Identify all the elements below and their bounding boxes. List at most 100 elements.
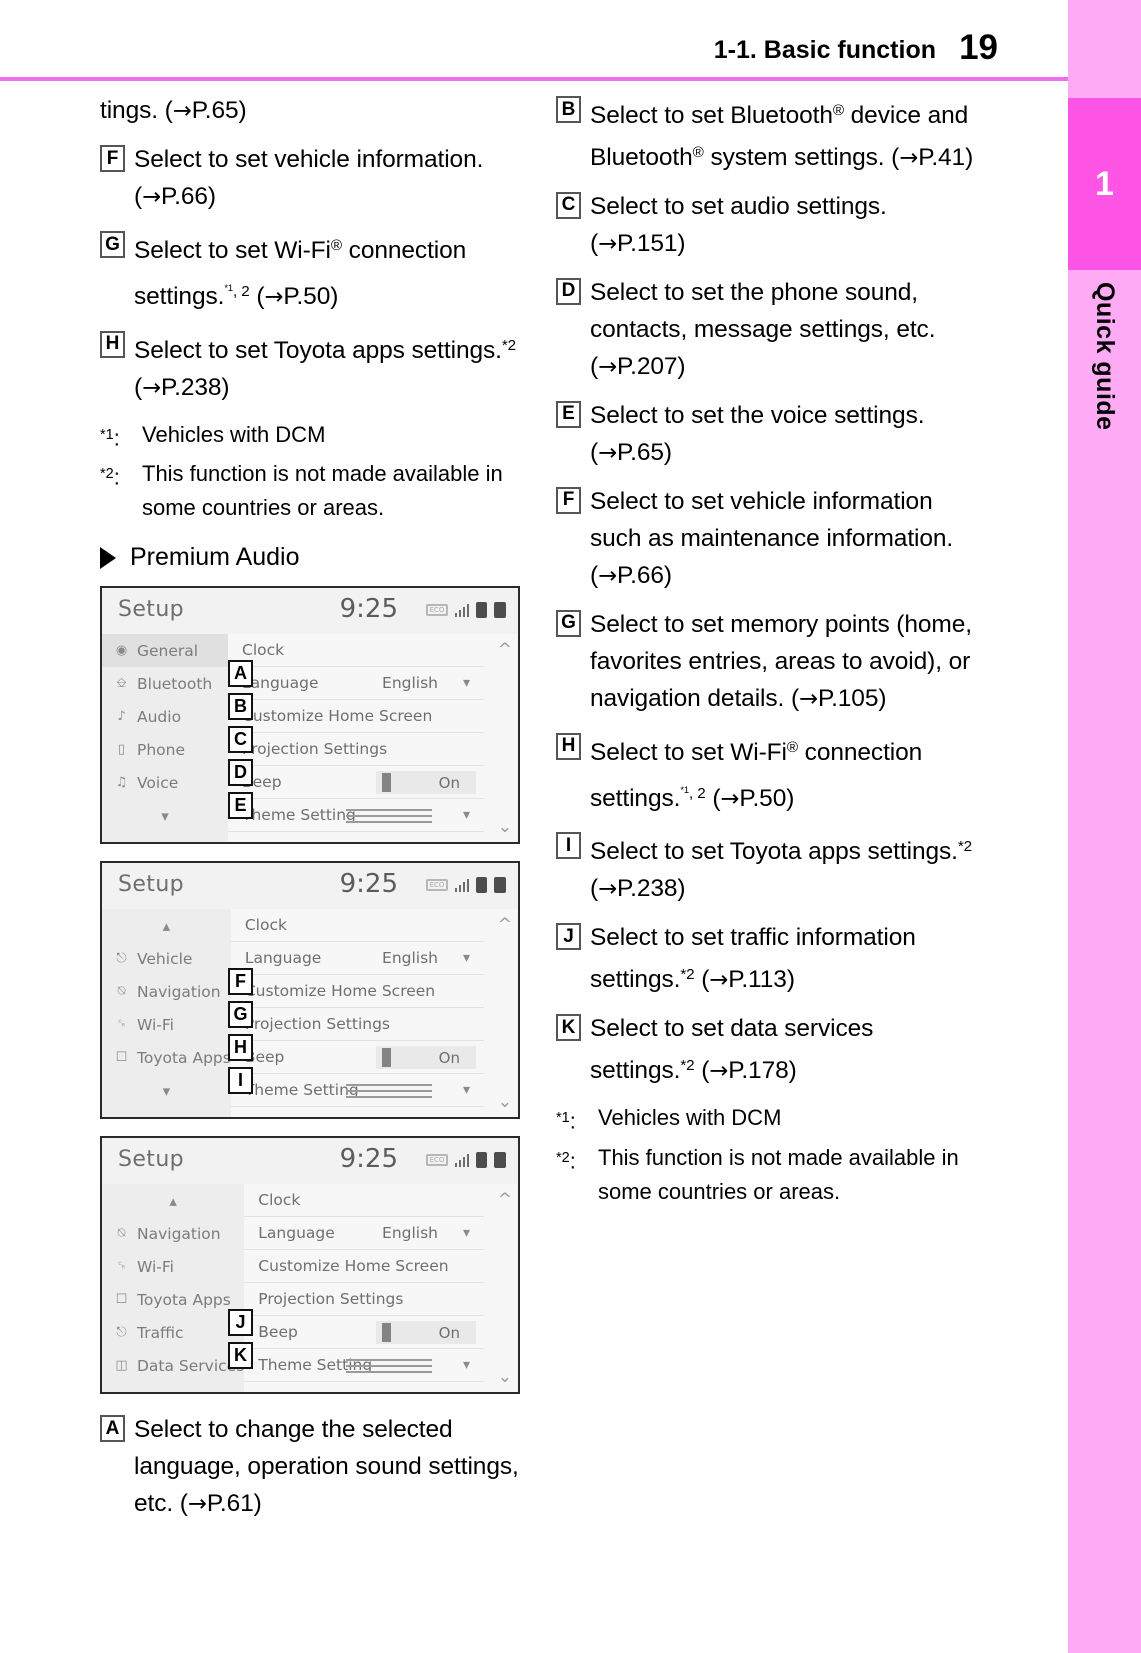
- row-value: English: [382, 674, 438, 693]
- chevron-down-icon[interactable]: ▾: [463, 1082, 470, 1098]
- footnote-1-left: *1: Vehicles with DCM: [100, 418, 520, 456]
- sidebar-item-toyota-apps[interactable]: ☐ Toyota Apps: [102, 1283, 244, 1316]
- sidebar-item-bluetooth[interactable]: ⎒ Bluetooth: [102, 667, 228, 700]
- overlay-badge-A: A: [228, 660, 253, 688]
- settings-list: ^ Clock Language English ▾ Customize Hom…: [228, 634, 518, 843]
- row-clock[interactable]: Clock: [228, 634, 484, 668]
- theme-slider-icon: [346, 1084, 432, 1102]
- sidebar-item-label: Bluetooth: [137, 674, 213, 693]
- sidebar-item-wifi[interactable]: ␍ Wi-Fi: [102, 1250, 244, 1283]
- traffic-icon: ⎋: [116, 1325, 127, 1341]
- callout-F: F Select to set vehicle information. (→P…: [100, 141, 520, 216]
- row-language[interactable]: Language English ▾: [228, 667, 484, 701]
- callout-G: G Select to set Wi-Fi® connection settin…: [100, 227, 520, 316]
- sidebar-item-navigation[interactable]: ⍉ Navigation: [102, 1217, 244, 1250]
- row-projection-settings[interactable]: Projection Settings: [228, 733, 484, 767]
- callout-text-I: Select to set Toyota apps settings.*2 (→…: [590, 838, 973, 903]
- sidebar-item-label: Wi-Fi: [137, 1015, 174, 1034]
- callout-K: K Select to set data services settings.*…: [556, 1010, 976, 1090]
- phone-icon: ▯: [117, 742, 126, 758]
- callout-text-F: Select to set vehicle information. (→P.6…: [134, 146, 484, 210]
- callout-badge-H: H: [556, 732, 581, 760]
- toyota-apps-icon: ☐: [115, 1292, 128, 1308]
- row-theme-setting[interactable]: Theme Setting ▾: [230, 1074, 484, 1108]
- overlay-badge-H: H: [228, 1034, 253, 1062]
- status-icons: ECO: [426, 877, 506, 894]
- sidebar-item-vehicle[interactable]: ⎋ Vehicle: [102, 942, 231, 975]
- row-projection-settings[interactable]: Projection Settings: [244, 1283, 484, 1317]
- sidebar-scroll-up-icon[interactable]: ▴: [102, 909, 231, 942]
- sidebar-item-traffic[interactable]: ⎋ Traffic: [102, 1316, 244, 1349]
- chevron-down-icon[interactable]: ▾: [463, 675, 470, 691]
- continuation-paragraph: tings. (→P.65): [100, 92, 520, 130]
- row-customize-home-screen[interactable]: Customize Home Screen: [230, 975, 484, 1009]
- right-column: B Select to set Bluetooth® device and Bl…: [556, 92, 976, 1211]
- row-beep[interactable]: Beep On: [230, 1041, 484, 1075]
- scroll-down-icon[interactable]: ⌄: [498, 1092, 512, 1112]
- overlay-badge-J: J: [228, 1309, 253, 1337]
- clock: 9:25: [339, 869, 398, 900]
- footnote-2-left: *2: This function is not made available …: [100, 457, 520, 525]
- callout-B: B Select to set Bluetooth® device and Bl…: [556, 92, 976, 177]
- status-bar: Setup 9:25 ECO: [102, 1138, 518, 1185]
- row-theme-setting[interactable]: Theme Setting ▾: [244, 1349, 484, 1383]
- row-clock[interactable]: Clock: [244, 1184, 484, 1218]
- footnote-mark: *1:: [556, 1108, 576, 1134]
- beep-toggle[interactable]: On: [376, 771, 476, 795]
- chevron-down-icon[interactable]: ▾: [463, 1357, 470, 1373]
- sidebar-scroll-down-icon[interactable]: ▾: [102, 1074, 231, 1107]
- chevron-down-icon[interactable]: ▾: [463, 950, 470, 966]
- scroll-up-icon[interactable]: ^: [498, 640, 512, 660]
- scroll-up-icon[interactable]: ^: [498, 915, 512, 935]
- beep-toggle[interactable]: On: [376, 1046, 476, 1070]
- callout-text-C: Select to set audio settings. (→P.151): [590, 192, 887, 257]
- sidebar-item-phone[interactable]: ▯ Phone: [102, 733, 228, 766]
- page-header: 1-1. Basic function 19: [0, 0, 1068, 81]
- row-beep[interactable]: Beep On: [244, 1316, 484, 1350]
- sidebar-item-label: Toyota Apps: [137, 1290, 231, 1309]
- scroll-down-icon[interactable]: ⌄: [498, 1367, 512, 1387]
- sidebar-item-toyota-apps[interactable]: ☐ Toyota Apps: [102, 1041, 231, 1074]
- row-label: Customize Home Screen: [242, 707, 433, 726]
- callout-badge-F: F: [556, 486, 581, 514]
- row-language[interactable]: Language English ▾: [230, 942, 484, 976]
- row-label: Language: [244, 949, 322, 968]
- sidebar-item-voice[interactable]: ♫ Voice: [102, 766, 228, 799]
- callout-badge-C: C: [556, 191, 581, 219]
- sidebar-scroll-up-icon[interactable]: ▴: [102, 1184, 244, 1217]
- sidebar-item-general[interactable]: ◉ General: [102, 634, 228, 668]
- row-label: Projection Settings: [258, 1290, 404, 1309]
- row-projection-settings[interactable]: Projection Settings: [230, 1008, 484, 1042]
- row-beep[interactable]: Beep On: [228, 766, 484, 800]
- wifi-icon: ␍: [116, 1259, 127, 1275]
- row-clock[interactable]: Clock: [230, 909, 484, 943]
- chapter-label: Quick guide: [1091, 282, 1119, 431]
- row-customize-home-screen[interactable]: Customize Home Screen: [228, 700, 484, 734]
- signal-bars-icon: [455, 1153, 469, 1167]
- sidebar-item-audio[interactable]: ♪ Audio: [102, 700, 228, 733]
- toggle-state: On: [438, 1323, 460, 1342]
- row-language[interactable]: Language English ▾: [244, 1217, 484, 1251]
- scroll-down-icon[interactable]: ⌄: [498, 817, 512, 837]
- callout-badge-G: G: [100, 231, 125, 258]
- sidebar-item-navigation[interactable]: ⍉ Navigation: [102, 975, 231, 1008]
- gear-icon: ◉: [115, 643, 128, 659]
- sidebar-scroll-down-icon[interactable]: ▾: [102, 799, 228, 832]
- sidebar-item-data-services[interactable]: ◫ Data Services: [102, 1349, 244, 1382]
- scroll-up-icon[interactable]: ^: [498, 1190, 512, 1210]
- callout-badge-K: K: [556, 1014, 581, 1042]
- sidebar: ◉ General ⎒ Bluetooth ♪ Audio ▯ Phone ♫: [102, 634, 228, 843]
- callout-badge-F: F: [100, 145, 125, 172]
- eco-icon: ECO: [426, 604, 448, 617]
- chapter-number: 1: [1095, 165, 1114, 203]
- callout-text-H: Select to set Toyota apps settings.*2 (→…: [134, 336, 517, 401]
- screen-body: ◉ General ⎒ Bluetooth ♪ Audio ▯ Phone ♫: [102, 634, 518, 843]
- chevron-down-icon[interactable]: ▾: [463, 807, 470, 823]
- beep-toggle[interactable]: On: [376, 1321, 476, 1345]
- footnote-mark: *2:: [100, 464, 120, 490]
- battery-icon: [494, 602, 506, 619]
- chevron-down-icon[interactable]: ▾: [463, 1225, 470, 1241]
- sidebar-item-wifi[interactable]: ␍ Wi-Fi: [102, 1008, 231, 1041]
- row-theme-setting[interactable]: Theme Setting ▾: [228, 799, 484, 833]
- row-customize-home-screen[interactable]: Customize Home Screen: [244, 1250, 484, 1284]
